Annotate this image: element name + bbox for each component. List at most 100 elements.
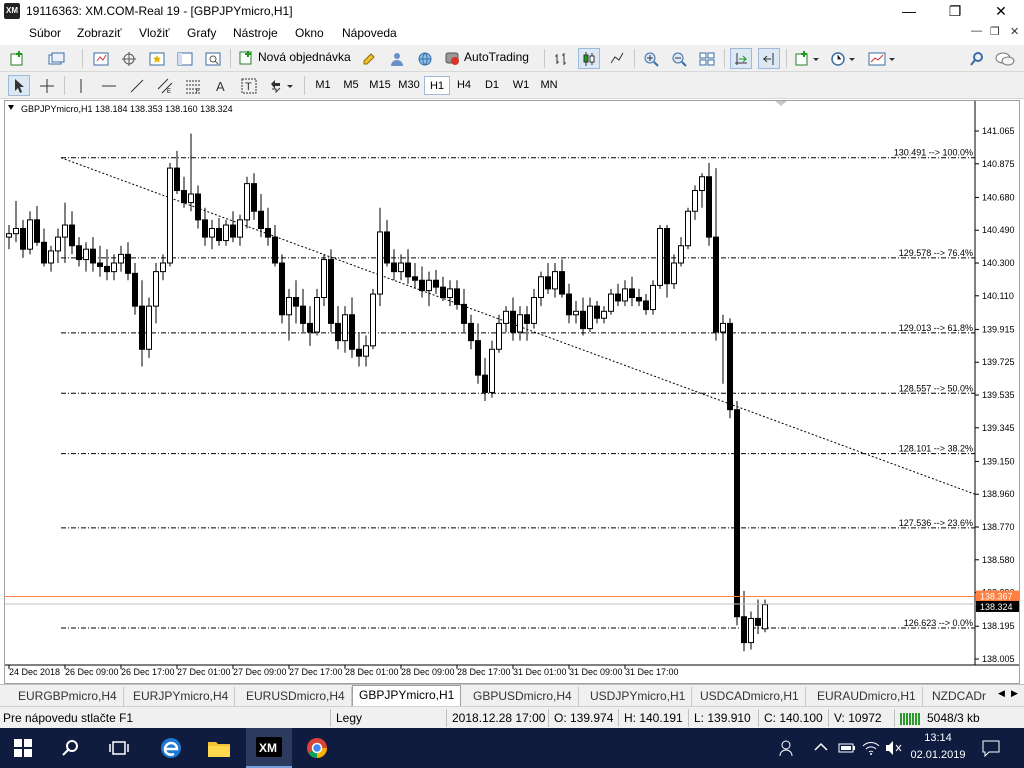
tab-usdjpy[interactable]: USDJPYmicro,H1 xyxy=(584,687,693,706)
autotrading-button[interactable]: AutoTrading xyxy=(442,48,538,69)
mdi-close-button[interactable]: ✕ xyxy=(1010,25,1019,38)
timeframe-m1[interactable]: M1 xyxy=(310,76,336,95)
text-tool-button[interactable]: A xyxy=(210,75,232,96)
vertical-line-tool-button[interactable] xyxy=(70,75,92,96)
tab-gbpusd[interactable]: GBPUSDmicro,H4 xyxy=(467,687,579,706)
templates-button[interactable] xyxy=(866,48,898,69)
candle-body xyxy=(636,297,642,302)
tabs-scroll-right-icon[interactable]: ▶ xyxy=(1011,688,1018,699)
timeframe-w1[interactable]: W1 xyxy=(508,76,534,95)
arrows-tool-button[interactable] xyxy=(266,75,296,96)
periods-button[interactable] xyxy=(828,48,858,69)
fibonacci-tool-button[interactable]: F xyxy=(182,75,204,96)
taskbar-search-button[interactable] xyxy=(48,728,94,768)
volume-muted-icon[interactable] xyxy=(884,740,902,756)
zoom-out-button[interactable] xyxy=(668,48,690,69)
menu-window[interactable]: Okno xyxy=(295,26,324,40)
indicators-icon xyxy=(795,50,819,65)
tab-nzdcad[interactable]: NZDCADr xyxy=(926,687,992,706)
tab-gbpjpy[interactable]: GBPJPYmicro,H1 xyxy=(352,685,462,706)
terminal-button[interactable] xyxy=(174,48,196,69)
menu-file[interactable]: Súbor xyxy=(29,26,61,40)
navigator-button[interactable] xyxy=(146,48,168,69)
menu-view[interactable]: Zobraziť xyxy=(77,26,122,40)
svg-text:F: F xyxy=(196,89,200,94)
strategy-tester-button[interactable] xyxy=(202,48,224,69)
chart-shift-button[interactable] xyxy=(758,48,780,69)
time-tick-label: 26 Dec 17:00 xyxy=(121,667,175,677)
candle-body xyxy=(524,314,530,324)
mdi-restore-button[interactable]: ❐ xyxy=(990,25,1000,38)
maximize-button[interactable]: ❐ xyxy=(932,0,978,23)
chart-window[interactable]: GBPJPYmicro,H1 138.184 138.353 138.160 1… xyxy=(4,100,1020,684)
metaeditor-button[interactable] xyxy=(358,48,380,69)
tab-usdcad[interactable]: USDCADmicro,H1 xyxy=(694,687,806,706)
bar-chart-icon xyxy=(555,52,566,65)
new-order-button[interactable]: Nová objednávka xyxy=(236,48,354,69)
timeframe-m5[interactable]: M5 xyxy=(338,76,364,95)
window-title: 19116363: XM.COM-Real 19 - [GBPJPYmicro,… xyxy=(26,4,293,18)
status-profile[interactable]: Legy xyxy=(336,711,362,725)
tab-euraud[interactable]: EURAUDmicro,H1 xyxy=(811,687,923,706)
people-icon[interactable] xyxy=(778,739,796,757)
tab-eurusd[interactable]: EURUSDmicro,H4 xyxy=(240,687,352,706)
bar-chart-button[interactable] xyxy=(550,48,572,69)
market-button[interactable] xyxy=(414,48,436,69)
price-tick-label: 141.065 xyxy=(982,126,1015,136)
task-view-button[interactable] xyxy=(96,728,142,768)
cursor-tool-button[interactable] xyxy=(8,75,30,96)
timeframe-h1[interactable]: H1 xyxy=(424,76,450,95)
clock-time[interactable]: 13:14 xyxy=(906,732,970,744)
menu-tools[interactable]: Nástroje xyxy=(233,26,278,40)
line-chart-button[interactable] xyxy=(606,48,628,69)
indicators-button[interactable] xyxy=(792,48,822,69)
mdi-minimize-button[interactable]: — xyxy=(971,25,982,37)
timeframe-h4[interactable]: H4 xyxy=(451,76,477,95)
market-watch-button[interactable] xyxy=(90,48,112,69)
price-chart[interactable]: GBPJPYmicro,H1 138.184 138.353 138.160 1… xyxy=(5,101,1019,683)
timeframe-m30[interactable]: M30 xyxy=(395,76,423,95)
menu-charts[interactable]: Grafy xyxy=(187,26,216,40)
tabs-scroll-left-icon[interactable]: ◀ xyxy=(998,688,1005,699)
signals-button[interactable] xyxy=(386,48,408,69)
zoom-in-button[interactable] xyxy=(640,48,662,69)
action-center-icon[interactable] xyxy=(982,739,1000,757)
new-chart-button[interactable] xyxy=(8,48,30,69)
separator xyxy=(828,709,829,727)
candle-body xyxy=(34,219,40,243)
auto-scroll-button[interactable] xyxy=(730,48,752,69)
candle-body xyxy=(363,345,369,357)
trendline-tool-button[interactable] xyxy=(126,75,148,96)
candlestick-chart-button[interactable] xyxy=(578,48,600,69)
tab-eurgbp[interactable]: EURGBPmicro,H4 xyxy=(12,687,124,706)
clock-date[interactable]: 02.01.2019 xyxy=(906,749,970,761)
menu-insert[interactable]: Vložiť xyxy=(139,26,170,40)
separator xyxy=(446,709,447,727)
horizontal-line-tool-button[interactable] xyxy=(98,75,120,96)
chat-button[interactable] xyxy=(994,48,1016,69)
timeframe-m15[interactable]: M15 xyxy=(366,76,394,95)
data-window-button[interactable] xyxy=(118,48,140,69)
show-hidden-icons-icon[interactable] xyxy=(814,742,828,752)
clock-icon xyxy=(831,51,855,66)
equidistant-channel-tool-button[interactable]: E xyxy=(154,75,176,96)
taskbar-xm-button[interactable]: XM xyxy=(246,728,292,768)
svg-text:T: T xyxy=(245,81,252,93)
crosshair-tool-button[interactable] xyxy=(36,75,58,96)
menu-help[interactable]: Nápoveda xyxy=(342,26,397,40)
start-button[interactable] xyxy=(0,728,46,768)
taskbar-explorer-button[interactable] xyxy=(196,728,242,768)
tile-windows-button[interactable] xyxy=(696,48,718,69)
tab-eurjpy[interactable]: EURJPYmicro,H4 xyxy=(127,687,236,706)
search-button[interactable] xyxy=(966,48,988,69)
taskbar-edge-button[interactable] xyxy=(148,728,194,768)
taskbar-chrome-button[interactable] xyxy=(294,728,340,768)
text-label-tool-button[interactable]: T xyxy=(238,75,260,96)
minimize-button[interactable]: — xyxy=(886,0,932,23)
close-button[interactable]: ✕ xyxy=(978,0,1024,23)
timeframe-d1[interactable]: D1 xyxy=(479,76,505,95)
timeframe-mn[interactable]: MN xyxy=(535,76,563,95)
battery-icon[interactable] xyxy=(838,741,856,755)
wifi-icon[interactable] xyxy=(862,740,880,756)
profiles-button[interactable] xyxy=(46,48,68,69)
